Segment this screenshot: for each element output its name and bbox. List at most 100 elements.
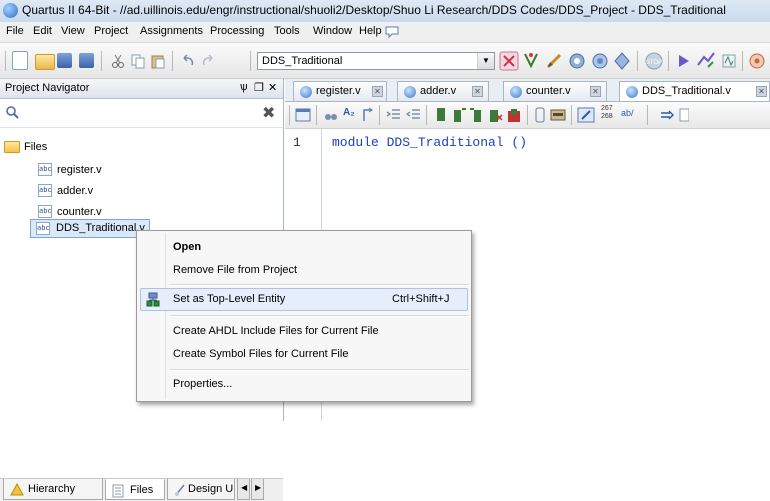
top-level-entity-value: DDS_Traditional <box>262 55 343 67</box>
menu-help[interactable]: Help <box>359 25 382 37</box>
toolbar-separator <box>527 105 528 125</box>
bookmark-icon[interactable] <box>433 107 449 123</box>
menu-separator <box>169 284 469 286</box>
tree-file-dds-traditional[interactable]: abc DDS_Traditional.v <box>30 219 150 238</box>
project-navigator-title: Project Navigator <box>5 82 90 94</box>
code-line: module DDS_Traditional () <box>332 135 528 150</box>
toolbar-separator <box>668 51 669 71</box>
toolbar-separator <box>250 51 251 71</box>
tree-file-adder[interactable]: abc adder.v <box>0 183 200 201</box>
menu-view[interactable]: View <box>61 25 85 37</box>
compile-design-icon[interactable] <box>590 51 610 71</box>
pin-planner-icon[interactable] <box>522 51 540 71</box>
next-bookmark-icon[interactable] <box>451 107 467 123</box>
paste-icon[interactable] <box>150 53 166 69</box>
chat-help-icon[interactable] <box>384 25 400 39</box>
tab-scroll-right-button[interactable]: ▶ <box>251 479 264 500</box>
close-tab-icon[interactable]: ✕ <box>756 86 767 97</box>
menu-item-open[interactable]: Open <box>173 241 201 253</box>
insert-code-icon[interactable] <box>577 107 595 123</box>
start-compilation-icon[interactable] <box>676 52 692 70</box>
tab-counter-v[interactable]: counter.v ✕ <box>503 81 607 101</box>
menu-item-remove-file[interactable]: Remove File from Project <box>173 264 297 276</box>
tree-folder-files[interactable]: Files <box>0 139 200 157</box>
stop-icon[interactable]: STOP <box>644 51 664 71</box>
navigator-tab-strip: Hierarchy Files Design Ui ◀ ▶ <box>0 478 283 501</box>
undo-icon[interactable] <box>180 53 196 69</box>
copy-icon[interactable] <box>130 53 146 69</box>
tab-design-units[interactable]: Design Ui <box>167 479 235 500</box>
find-icon[interactable] <box>323 107 339 123</box>
chip-planner-icon[interactable] <box>499 51 519 71</box>
verilog-tab-icon <box>404 86 416 98</box>
save-all-icon[interactable] <box>79 53 94 68</box>
restore-icon[interactable]: ❐ <box>254 81 264 94</box>
find-replace-icon[interactable]: A₂ <box>343 107 355 118</box>
menu-assignments[interactable]: Assignments <box>140 25 203 37</box>
menu-project[interactable]: Project <box>94 25 128 37</box>
redo-icon[interactable] <box>200 53 216 69</box>
open-folder-icon[interactable] <box>35 54 55 70</box>
menu-item-properties[interactable]: Properties... <box>173 378 232 390</box>
menu-processing[interactable]: Processing <box>210 25 264 37</box>
bookmarks-list-icon[interactable] <box>506 107 522 123</box>
tree-file-label: adder.v <box>57 185 94 197</box>
close-tab-icon[interactable]: ✕ <box>590 86 601 97</box>
toolbar-separator <box>172 51 173 71</box>
text-wrap-toggle[interactable]: ab/ <box>621 108 634 118</box>
top-level-entity-dropdown[interactable]: DDS_Traditional ▼ <box>257 52 495 70</box>
settings-gear-icon[interactable] <box>567 51 587 71</box>
tab-hierarchy[interactable]: Hierarchy <box>3 479 103 500</box>
toolbar-separator <box>316 105 317 125</box>
navigator-search-bar[interactable]: ✖ <box>0 99 283 128</box>
tab-files[interactable]: Files <box>105 479 165 500</box>
clear-bookmarks-icon[interactable] <box>487 107 503 123</box>
tab-register-v[interactable]: register.v ✕ <box>293 81 387 101</box>
line-number-toggle[interactable]: 267 268 <box>601 105 613 121</box>
close-tab-icon[interactable]: ✕ <box>372 86 383 97</box>
toolbar-separator <box>426 105 427 125</box>
menu-file[interactable]: File <box>6 25 24 37</box>
close-icon[interactable]: ✕ <box>268 81 277 94</box>
block-comment-icon[interactable] <box>550 108 566 122</box>
new-file-icon[interactable] <box>12 51 28 70</box>
go-to-icon[interactable] <box>659 107 675 123</box>
analysis-synthesis-icon[interactable] <box>612 51 632 71</box>
project-navigator-header: Project Navigator ѱ ❐ ✕ <box>0 79 283 99</box>
go-to-line-icon[interactable] <box>361 107 375 123</box>
svg-text:STOP: STOP <box>646 60 662 66</box>
verilog-tab-icon <box>510 86 522 98</box>
previous-bookmark-icon[interactable] <box>469 107 485 123</box>
overflow-icon[interactable] <box>679 107 689 123</box>
menu-item-set-top-level-entity[interactable]: Set as Top-Level Entity <box>173 293 285 305</box>
tab-dds-traditional-v[interactable]: DDS_Traditional.v ✕ <box>619 81 770 101</box>
menu-item-create-ahdl-include[interactable]: Create AHDL Include Files for Current Fi… <box>173 325 379 337</box>
toolbar-separator <box>379 105 380 125</box>
tab-adder-v[interactable]: adder.v ✕ <box>397 81 489 101</box>
decrease-indent-icon[interactable] <box>406 107 422 123</box>
increase-indent-icon[interactable] <box>386 107 402 123</box>
menu-tools[interactable]: Tools <box>274 25 300 37</box>
timing-analyzer-icon[interactable] <box>719 51 739 71</box>
close-tab-icon[interactable]: ✕ <box>472 86 483 97</box>
insert-template-icon[interactable] <box>534 107 546 123</box>
pin-icon[interactable]: ѱ <box>240 81 248 93</box>
rtl-viewer-icon[interactable] <box>747 51 767 71</box>
tree-file-label: DDS_Traditional.v <box>56 222 145 234</box>
save-icon[interactable] <box>57 53 72 68</box>
folder-icon <box>4 141 20 153</box>
tab-scroll-left-button[interactable]: ◀ <box>237 479 250 500</box>
menu-edit[interactable]: Edit <box>33 25 52 37</box>
assignment-editor-icon[interactable] <box>545 51 563 71</box>
menu-window[interactable]: Window <box>313 25 352 37</box>
chevron-down-icon[interactable]: ▼ <box>477 53 494 69</box>
menu-separator <box>169 315 469 317</box>
clear-search-icon[interactable]: ✖ <box>262 103 275 123</box>
tree-file-register[interactable]: abc register.v <box>0 162 200 180</box>
editor-window-icon[interactable] <box>295 107 311 123</box>
cut-icon[interactable] <box>110 53 126 69</box>
design-units-icon <box>175 484 185 496</box>
hierarchy-warning-icon <box>10 483 24 496</box>
analysis-elaboration-icon[interactable] <box>696 51 716 71</box>
menu-item-create-symbol-files[interactable]: Create Symbol Files for Current File <box>173 348 348 360</box>
